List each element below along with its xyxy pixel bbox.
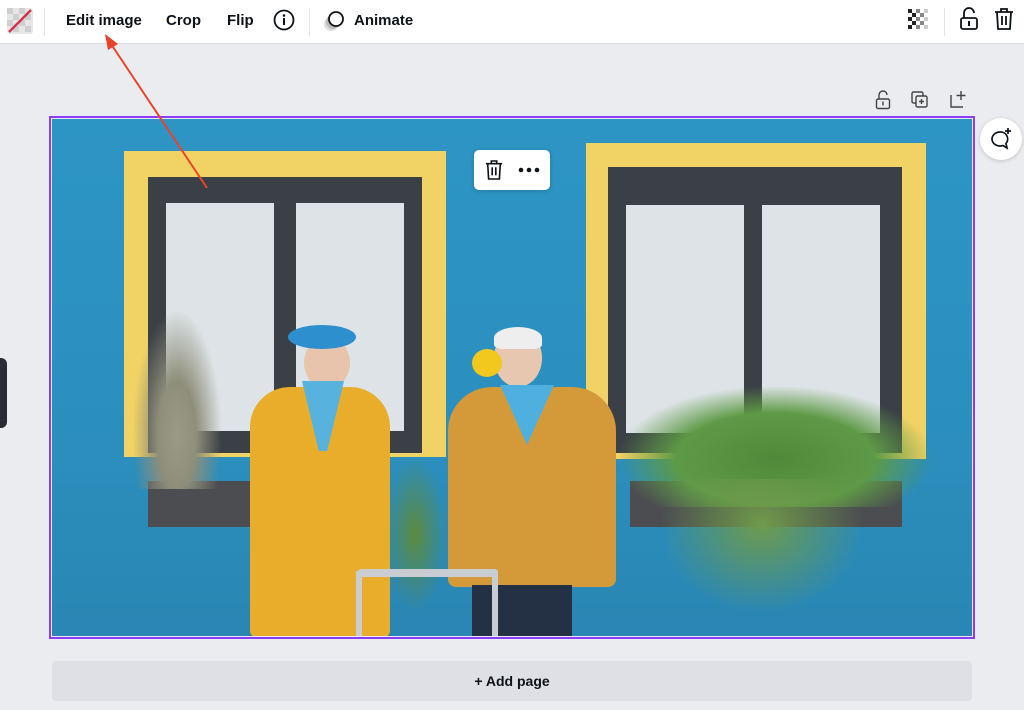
annotation-arrow <box>105 34 208 189</box>
